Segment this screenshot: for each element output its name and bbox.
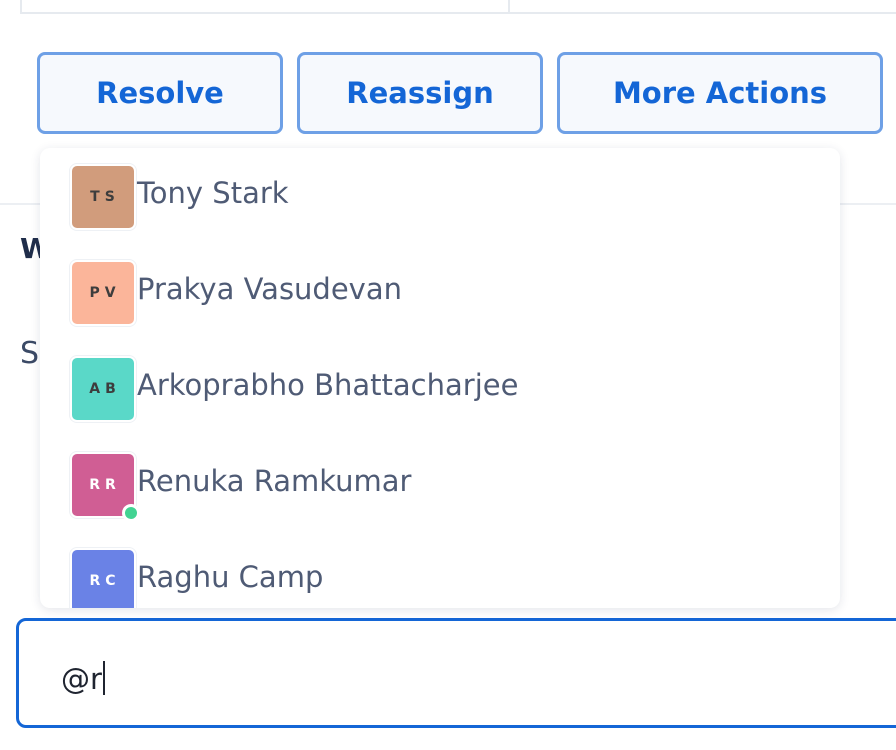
conversation-view: Resolve Reassign More Actions W S TS Ton…: [0, 0, 896, 750]
reply-editor-text: @r: [61, 661, 105, 696]
mention-item-tony-stark[interactable]: TS Tony Stark: [40, 148, 840, 244]
mention-name: Tony Stark: [137, 176, 289, 210]
details-table-edge: [20, 0, 896, 14]
section-text-fragment: S: [20, 336, 40, 371]
avatar: PV: [70, 260, 136, 326]
reply-editor-value: @r: [61, 662, 102, 696]
mention-name: Raghu Camp: [137, 560, 324, 594]
mention-item-prakya-vasudevan[interactable]: PV Prakya Vasudevan: [40, 244, 840, 340]
avatar: AB: [70, 356, 136, 422]
more-actions-button[interactable]: More Actions: [557, 52, 883, 134]
mention-name: Arkoprabho Bhattacharjee: [137, 368, 519, 402]
online-status-dot: [122, 504, 140, 522]
avatar: RC: [70, 548, 136, 608]
text-caret: [102, 661, 105, 695]
mention-item-arkoprabho-bhattacharjee[interactable]: AB Arkoprabho Bhattacharjee: [40, 340, 840, 436]
avatar: TS: [70, 164, 136, 230]
reply-editor[interactable]: @r: [16, 618, 896, 728]
mention-item-renuka-ramkumar[interactable]: RR Renuka Ramkumar: [40, 436, 840, 532]
mention-item-raghu-camp[interactable]: RC Raghu Camp: [40, 532, 840, 608]
table-column-divider: [508, 0, 510, 12]
mention-name: Renuka Ramkumar: [137, 464, 412, 498]
resolve-button[interactable]: Resolve: [37, 52, 283, 134]
mention-dropdown: TS Tony Stark PV Prakya Vasudevan AB Ark…: [40, 148, 840, 608]
mention-name: Prakya Vasudevan: [137, 272, 402, 306]
reassign-button[interactable]: Reassign: [297, 52, 543, 134]
